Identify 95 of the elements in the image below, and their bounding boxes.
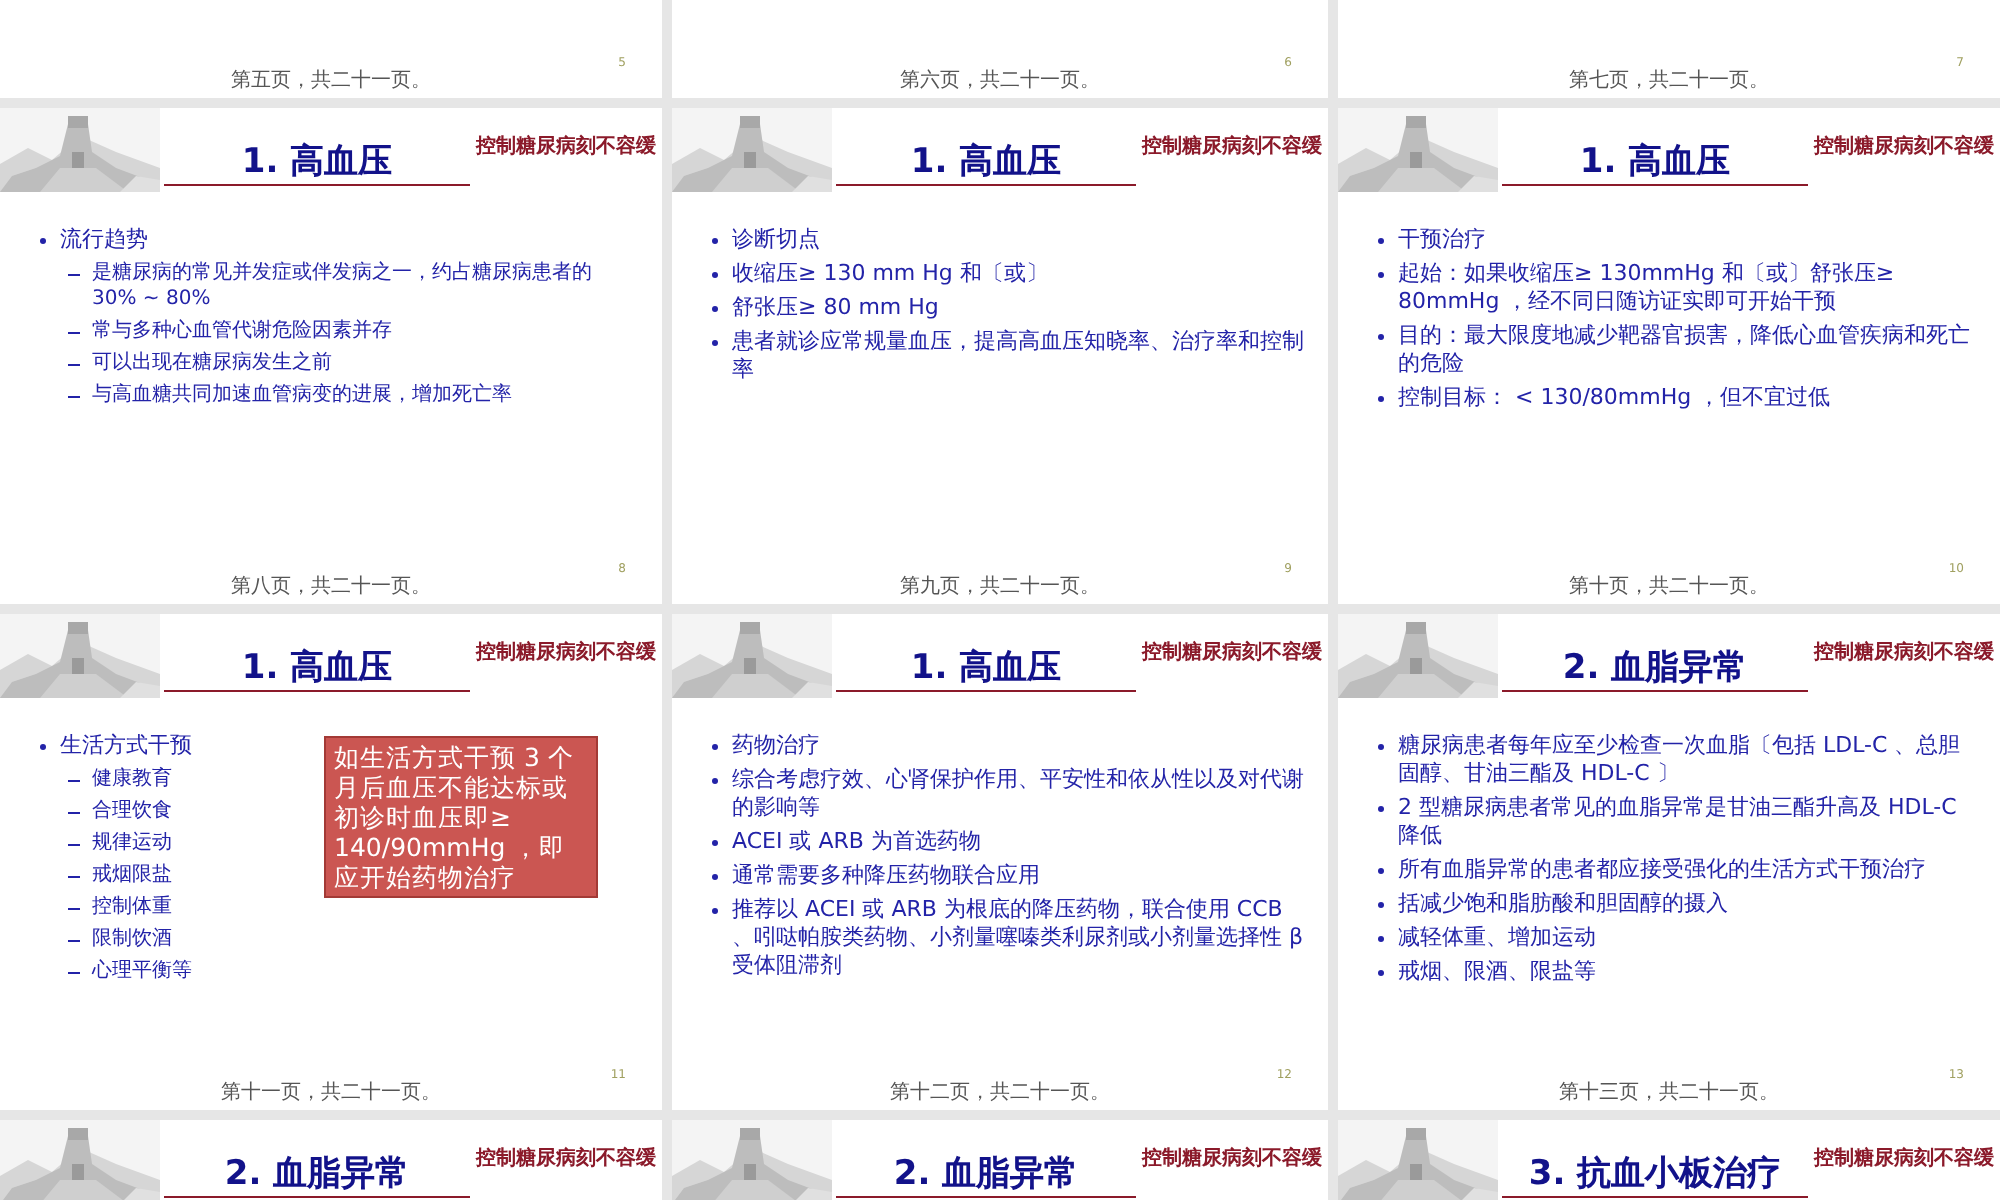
bullet-icon	[1378, 806, 1384, 812]
slide-title: 1. 高血压	[164, 648, 470, 692]
bullet-text: ACEI 或 ARB 为首选药物	[732, 828, 981, 856]
logo-text: 控制糖尿病刻不容缓	[476, 642, 656, 664]
bullet-text: 流行趋势	[60, 226, 148, 254]
logo-text: 控制糖尿病刻不容缓	[1814, 1148, 1994, 1170]
logo-text: 控制糖尿病刻不容缓	[476, 136, 656, 158]
bullet-text: 控制目标： < 130/80mmHg ，但不宜过低	[1398, 384, 1831, 412]
bullet-icon	[712, 778, 718, 784]
logo-text: 控制糖尿病刻不容缓	[1142, 642, 1322, 664]
bullet-text: 限制饮酒	[92, 926, 172, 952]
slide-footer: 第十一页，共二十一页。	[221, 1082, 441, 1106]
bullet-text: 所有血脂异常的患者都应接受强化的生活方式干预治疗	[1398, 856, 1926, 884]
slide-footer: 第十三页，共二十一页。	[1559, 1082, 1779, 1106]
bullet-icon	[712, 306, 718, 312]
slide-footer: 第七页，共二十一页。	[1569, 70, 1769, 94]
bullet-text: 可以出现在糖尿病发生之前	[92, 350, 332, 376]
bullet-icon	[712, 908, 718, 914]
bullet-text: 药物治疗	[732, 732, 820, 760]
slide-title: 1. 高血压	[836, 142, 1136, 186]
slide-footer: 第六页，共二十一页。	[900, 70, 1100, 94]
slide-footer: 第九页，共二十一页。	[900, 576, 1100, 600]
bullet-text: 健康教育	[92, 766, 172, 792]
slide-title: 1. 高血压	[1502, 142, 1808, 186]
bullet-icon	[1378, 902, 1384, 908]
slide-title: 3. 抗血小板治疗	[1502, 1154, 1808, 1198]
dash-icon	[68, 779, 80, 781]
slide-footer: 第八页，共二十一页。	[231, 576, 431, 600]
bullet-text: 控制体重	[92, 894, 172, 920]
bullet-text: 舒张压≥ 80 mm Hg	[732, 294, 939, 322]
callout-box: 如生活方式干预 3 个月后血压不能达标或初诊时血压即≥ 140/90mmHg ，即应开始药物治疗	[324, 736, 598, 898]
logo-text: 控制糖尿病刻不容缓	[1142, 136, 1322, 158]
bullet-icon	[1378, 936, 1384, 942]
bullet-icon	[1378, 272, 1384, 278]
bullet-text: 括减少饱和脂肪酸和胆固醇的摄入	[1398, 890, 1728, 918]
bullet-icon	[712, 340, 718, 346]
bullet-text: 与高血糖共同加速血管病变的进展，增加死亡率	[92, 382, 512, 408]
logo-text: 控制糖尿病刻不容缓	[476, 1148, 656, 1170]
slide-footer: 第五页，共二十一页。	[231, 70, 431, 94]
bullet-text: 规律运动	[92, 830, 172, 856]
bullet-icon	[712, 272, 718, 278]
slide-thumbnail[interactable]: 3. 抗血小板治疗 控制糖尿病刻不容缓	[1338, 1120, 2000, 1200]
bullet-icon	[712, 744, 718, 750]
slide-thumbnail[interactable]: 2. 血脂异常 控制糖尿病刻不容缓	[0, 1120, 662, 1200]
bullet-text: 戒烟、限酒、限盐等	[1398, 958, 1596, 986]
slide-title: 1. 高血压	[836, 648, 1136, 692]
bullet-text: 起始：如果收缩压≥ 130mmHg 和〔或〕舒张压≥ 80mmHg ，经不同日随访证实即可开始干预	[1398, 260, 1897, 316]
dash-icon	[68, 907, 80, 909]
dash-icon	[68, 331, 80, 333]
bullet-icon	[712, 238, 718, 244]
bullet-icon	[1378, 744, 1384, 750]
bullet-text: 诊断切点	[732, 226, 820, 254]
bullet-icon	[1378, 334, 1384, 340]
dash-icon	[68, 395, 80, 397]
bullet-text: 综合考虑疗效、心肾保护作用、平安性和依从性以及对代谢的影响等	[732, 766, 1304, 822]
bullet-text: 干预治疗	[1398, 226, 1486, 254]
bullet-icon	[40, 744, 46, 750]
bullet-text: 目的：最大限度地减少靶器官损害，降低心血管疾病和死亡的危险	[1398, 322, 1972, 378]
bullet-text: 推荐以 ACEI 或 ARB 为根底的降压药物，联合使用 CCB 、吲哒帕胺类药物、小剂量噻嗪类利尿剂或小剂量选择性 β 受体阻滞剂	[732, 896, 1304, 980]
slide-thumbnail[interactable]: 2. 血脂异常 控制糖尿病刻不容缓	[672, 1120, 1328, 1200]
bullet-icon	[1378, 970, 1384, 976]
bullet-icon	[1378, 238, 1384, 244]
bullet-text: 糖尿病患者每年应至少检查一次血脂〔包括 LDL-C 、总胆固醇、甘油三酯及 HDL-C 〕	[1398, 732, 1963, 788]
slide-footer: 第十页，共二十一页。	[1569, 576, 1769, 600]
bullet-text: 减轻体重、增加运动	[1398, 924, 1596, 952]
logo-text: 控制糖尿病刻不容缓	[1814, 642, 1994, 664]
bullet-icon	[1378, 396, 1384, 402]
bullet-text: 患者就诊应常规量血压，提高高血压知晓率、治疗率和控制率	[732, 328, 1304, 384]
bullet-text: 戒烟限盐	[92, 862, 172, 888]
bullet-text: 是糖尿病的常见并发症或伴发病之一，约占糖尿病患者的 30% ~ 80%	[92, 260, 594, 312]
dash-icon	[68, 363, 80, 365]
slide-footer: 第十二页，共二十一页。	[890, 1082, 1110, 1106]
dash-icon	[68, 971, 80, 973]
dash-icon	[68, 939, 80, 941]
bullet-text: 心理平衡等	[92, 958, 192, 984]
dash-icon	[68, 273, 80, 275]
dash-icon	[68, 843, 80, 845]
slide-title: 2. 血脂异常	[164, 1154, 470, 1198]
bullet-icon	[1378, 868, 1384, 874]
slide-title: 1. 高血压	[164, 142, 470, 186]
bullet-text: 常与多种心血管代谢危险因素并存	[92, 318, 392, 344]
bullet-icon	[712, 874, 718, 880]
slide-title: 2. 血脂异常	[1502, 648, 1808, 692]
bullet-text: 2 型糖尿病患者常见的血脂异常是甘油三酯升高及 HDL-C 降低	[1398, 794, 1959, 850]
logo-text: 控制糖尿病刻不容缓	[1814, 136, 1994, 158]
slide-title: 2. 血脂异常	[836, 1154, 1136, 1198]
bullet-text: 生活方式干预	[60, 732, 192, 760]
bullet-text: 收缩压≥ 130 mm Hg 和〔或〕	[732, 260, 1048, 288]
bullet-icon	[40, 238, 46, 244]
bullet-text: 合理饮食	[92, 798, 172, 824]
dash-icon	[68, 875, 80, 877]
dash-icon	[68, 811, 80, 813]
bullet-icon	[712, 840, 718, 846]
logo-text: 控制糖尿病刻不容缓	[1142, 1148, 1322, 1170]
bullet-text: 通常需要多种降压药物联合应用	[732, 862, 1040, 890]
